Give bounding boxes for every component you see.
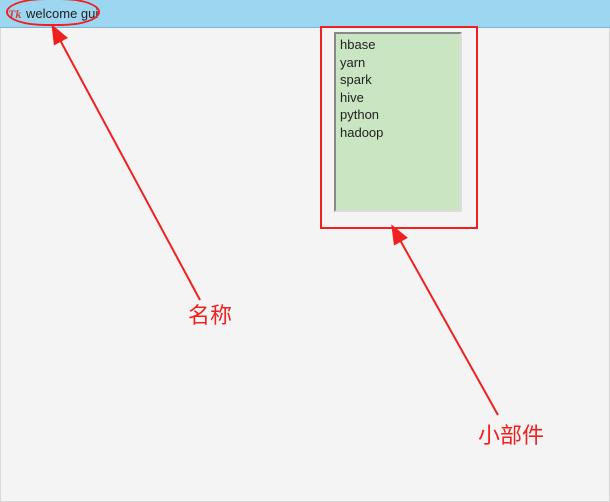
tk-feather-icon: Tk (8, 7, 22, 21)
window-title: welcome gui (26, 6, 98, 21)
listbox[interactable]: hbase yarn spark hive python hadoop (334, 32, 462, 212)
titlebar: Tk welcome gui (0, 0, 610, 28)
list-item[interactable]: spark (340, 71, 456, 89)
list-item[interactable]: hadoop (340, 124, 456, 142)
window-body: hbase yarn spark hive python hadoop (0, 28, 610, 502)
list-item[interactable]: hbase (340, 36, 456, 54)
list-item[interactable]: yarn (340, 54, 456, 72)
list-item[interactable]: hive (340, 89, 456, 107)
list-item[interactable]: python (340, 106, 456, 124)
